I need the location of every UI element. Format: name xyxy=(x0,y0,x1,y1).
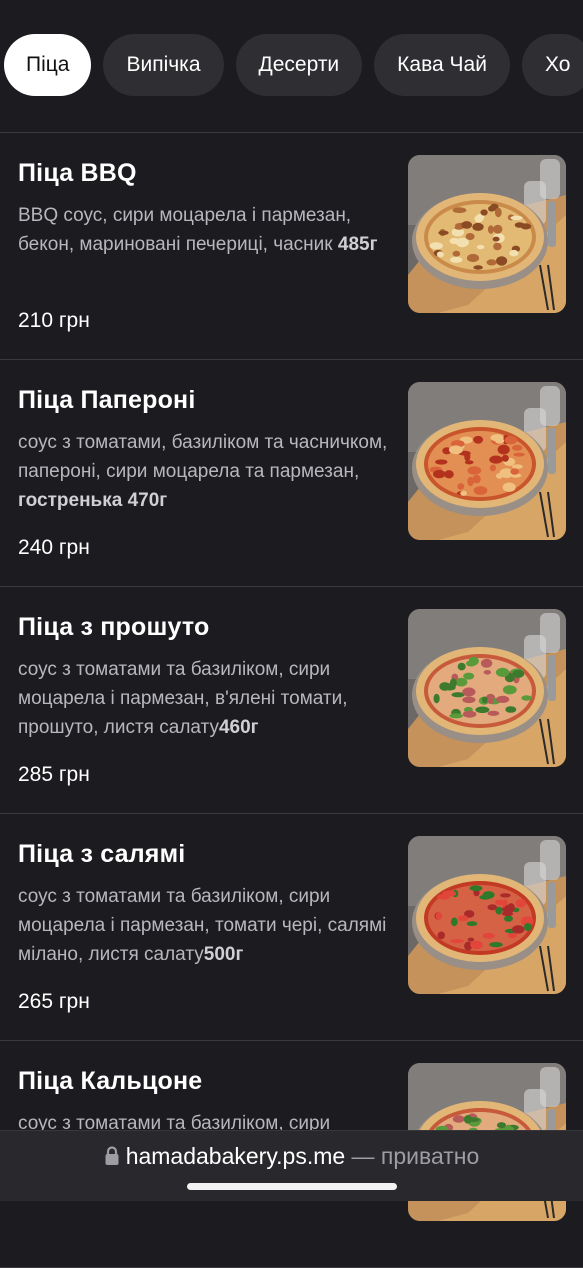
url-text: hamadabakery.ps.me xyxy=(125,1143,346,1169)
item-name: Піца Кальцоне xyxy=(18,1067,203,1095)
menu-list: Піца BBQ BBQ соус, сири моцарела і пармез… xyxy=(0,133,583,1268)
menu-item[interactable]: Піца з салямі соус з томатами та базиліко… xyxy=(0,814,583,1041)
item-weight: 500г xyxy=(203,944,244,965)
item-name: Піца з салямі xyxy=(18,840,186,868)
tab-category[interactable]: Хо xyxy=(521,34,583,96)
tab-category[interactable]: Піца xyxy=(4,34,92,96)
item-description: соус з томатами та базиліком, сири моцар… xyxy=(18,882,396,969)
menu-item[interactable]: Піца з прошуто соус з томатами та базилік… xyxy=(0,587,583,814)
item-name: Піца з прошуто xyxy=(18,613,210,641)
item-weight: 485г xyxy=(337,234,378,255)
item-description-text: соус з томатами та базиліком, сири моцар… xyxy=(18,886,387,965)
tab-category[interactable]: Десерти xyxy=(235,34,363,96)
menu-item[interactable]: Піца BBQ BBQ соус, сири моцарела і пармез… xyxy=(0,133,583,360)
item-name: Піца BBQ xyxy=(18,159,137,187)
home-indicator[interactable] xyxy=(187,1183,397,1190)
url-row[interactable]: hamadabakery.ps.me — приватно xyxy=(0,1143,583,1172)
tab-category[interactable]: Кава Чай xyxy=(374,34,510,96)
item-photo[interactable] xyxy=(408,836,566,994)
item-photo[interactable] xyxy=(408,155,566,313)
item-description: соус з томатами, базиліком та часничком,… xyxy=(18,428,396,515)
item-price: 210 грн xyxy=(18,309,90,332)
item-description-text: соус з томатами та базиліком, сири моцар… xyxy=(18,659,348,738)
item-description-text: соус з томатами, базиліком та часничком,… xyxy=(18,432,388,482)
lock-icon xyxy=(104,1145,120,1172)
item-name: Піца Папероні xyxy=(18,386,196,414)
browser-address-bar[interactable]: hamadabakery.ps.me — приватно xyxy=(0,1130,583,1201)
item-description-text: BBQ соус, сири моцарела і пармезан, беко… xyxy=(18,205,352,255)
item-photo[interactable] xyxy=(408,382,566,540)
private-mode-label: — приватно xyxy=(345,1143,480,1169)
item-price: 285 грн xyxy=(18,763,90,786)
tab-category[interactable]: Випічка xyxy=(103,34,224,96)
item-weight: 460г xyxy=(218,717,259,738)
item-weight: гостренька 470г xyxy=(18,490,168,511)
item-price: 240 грн xyxy=(18,536,90,559)
item-photo[interactable] xyxy=(408,609,566,767)
category-tabs-row: Піца Випічка Десерти Кава Чай Хо xyxy=(4,34,583,96)
item-price: 265 грн xyxy=(18,990,90,1013)
item-description: BBQ соус, сири моцарела і пармезан, беко… xyxy=(18,201,396,259)
category-tabs: Піца Випічка Десерти Кава Чай Хо xyxy=(0,0,583,133)
menu-item[interactable]: Піца Папероні соус з томатами, базиліком … xyxy=(0,360,583,587)
item-description: соус з томатами та базиліком, сири моцар… xyxy=(18,655,396,742)
